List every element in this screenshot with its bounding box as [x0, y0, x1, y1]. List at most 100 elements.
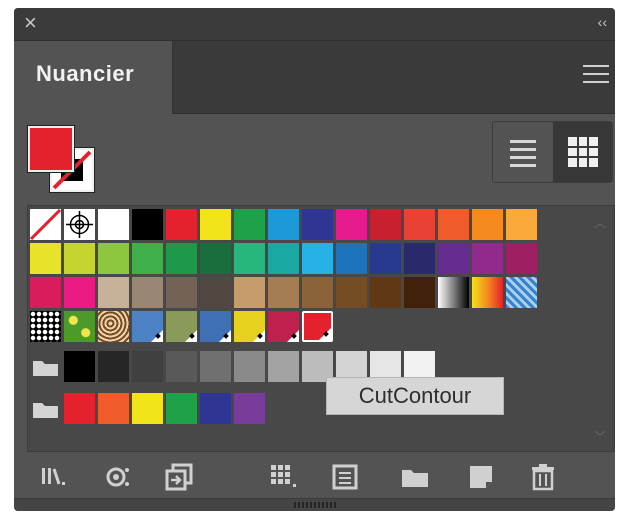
- color-swatch[interactable]: [472, 243, 503, 274]
- none-swatch[interactable]: [29, 208, 62, 241]
- scroll-down-icon[interactable]: ﹀: [594, 428, 606, 445]
- tab-label: Nuancier: [36, 61, 135, 86]
- color-swatch[interactable]: [132, 351, 163, 382]
- scroll-up-icon[interactable]: ︿: [594, 214, 606, 231]
- panel-titlebar: × ‹‹: [14, 8, 615, 41]
- color-swatch[interactable]: [30, 243, 61, 274]
- pattern-swatch[interactable]: [98, 311, 129, 342]
- color-swatch[interactable]: [404, 243, 435, 274]
- color-swatch[interactable]: [166, 311, 197, 342]
- color-swatch[interactable]: [132, 311, 163, 342]
- trash-icon[interactable]: [526, 460, 560, 494]
- color-swatch[interactable]: [30, 277, 61, 308]
- color-swatch[interactable]: [98, 351, 129, 382]
- swatch-grid: ︿ ﹀: [27, 205, 615, 452]
- swatch-libraries-icon[interactable]: [38, 460, 72, 494]
- color-swatch[interactable]: [98, 243, 129, 274]
- gradient-swatch[interactable]: [472, 277, 503, 308]
- color-swatch[interactable]: [132, 277, 163, 308]
- gradient-swatch[interactable]: [438, 277, 469, 308]
- color-group-folder-icon[interactable]: [30, 351, 61, 382]
- pattern-swatch[interactable]: [64, 311, 95, 342]
- view-toggle: [492, 121, 613, 183]
- color-swatch[interactable]: [234, 277, 265, 308]
- color-swatch[interactable]: [64, 277, 95, 308]
- place-swatch-icon[interactable]: [162, 460, 196, 494]
- color-swatch[interactable]: [438, 243, 469, 274]
- color-swatch[interactable]: [200, 351, 231, 382]
- swatch-options-icon[interactable]: [328, 460, 362, 494]
- color-swatch[interactable]: [64, 243, 95, 274]
- color-group-folder-icon[interactable]: [30, 393, 61, 424]
- spot-color-icon: [253, 330, 265, 342]
- color-swatch[interactable]: [336, 277, 367, 308]
- grid-view-icon[interactable]: [553, 122, 612, 182]
- color-swatch[interactable]: [370, 277, 401, 308]
- color-swatch[interactable]: [268, 209, 299, 240]
- spot-color-icon: [287, 330, 299, 342]
- color-swatch[interactable]: [166, 393, 197, 424]
- pattern-swatch[interactable]: [30, 311, 61, 342]
- list-view-icon[interactable]: [493, 122, 552, 182]
- color-swatch[interactable]: [268, 311, 299, 342]
- spot-color-icon: [219, 330, 231, 342]
- color-swatch[interactable]: [166, 351, 197, 382]
- color-swatch[interactable]: [336, 209, 367, 240]
- color-swatch[interactable]: [98, 277, 129, 308]
- tab-bar: Nuancier: [14, 41, 615, 114]
- tab-nuancier[interactable]: Nuancier: [14, 41, 173, 114]
- color-swatch[interactable]: [438, 209, 469, 240]
- color-swatch[interactable]: [302, 311, 333, 342]
- new-swatch-icon[interactable]: [464, 460, 498, 494]
- show-kinds-icon[interactable]: [102, 460, 136, 494]
- hamburger-menu-icon[interactable]: [583, 65, 609, 89]
- color-swatch[interactable]: [404, 209, 435, 240]
- swatches-panel: × ‹‹ Nuancier ︿ ﹀ CutContour: [14, 8, 615, 511]
- color-swatch[interactable]: [506, 209, 537, 240]
- color-swatch[interactable]: [234, 393, 265, 424]
- collapse-icon[interactable]: ‹‹: [598, 14, 607, 30]
- color-swatch[interactable]: [166, 277, 197, 308]
- color-swatch[interactable]: [200, 209, 231, 240]
- color-swatch[interactable]: [200, 277, 231, 308]
- color-swatch[interactable]: [302, 243, 333, 274]
- color-swatch[interactable]: [506, 243, 537, 274]
- color-swatch[interactable]: [370, 209, 401, 240]
- color-swatch[interactable]: [132, 243, 163, 274]
- color-swatch[interactable]: [64, 393, 95, 424]
- color-swatch[interactable]: [234, 243, 265, 274]
- color-swatch[interactable]: [234, 311, 265, 342]
- spot-color-icon: [151, 330, 163, 342]
- color-swatch[interactable]: [166, 209, 197, 240]
- color-swatch[interactable]: [370, 243, 401, 274]
- color-swatch[interactable]: [268, 277, 299, 308]
- fill-stroke-widget: [28, 126, 94, 192]
- color-swatch[interactable]: [98, 209, 129, 240]
- color-swatch[interactable]: [200, 311, 231, 342]
- color-swatch[interactable]: [404, 277, 435, 308]
- color-swatch[interactable]: [268, 351, 299, 382]
- fill-swatch[interactable]: [28, 126, 74, 172]
- tooltip: CutContour: [326, 377, 504, 415]
- color-swatch[interactable]: [166, 243, 197, 274]
- color-swatch[interactable]: [472, 209, 503, 240]
- spot-color-icon: [319, 328, 331, 340]
- color-swatch[interactable]: [132, 209, 163, 240]
- color-swatch[interactable]: [200, 393, 231, 424]
- color-swatch[interactable]: [234, 209, 265, 240]
- color-swatch[interactable]: [200, 243, 231, 274]
- color-swatch[interactable]: [64, 351, 95, 382]
- color-swatch[interactable]: [234, 351, 265, 382]
- color-swatch[interactable]: [132, 393, 163, 424]
- color-swatch[interactable]: [302, 209, 333, 240]
- resize-grip[interactable]: [14, 498, 615, 511]
- color-swatch[interactable]: [336, 243, 367, 274]
- color-swatch[interactable]: [268, 243, 299, 274]
- new-color-group-icon[interactable]: [266, 460, 300, 494]
- folder-icon[interactable]: [398, 460, 432, 494]
- color-swatch[interactable]: [98, 393, 129, 424]
- pattern-swatch[interactable]: [506, 277, 537, 308]
- color-swatch[interactable]: [302, 277, 333, 308]
- registration-swatch[interactable]: [64, 209, 95, 240]
- close-icon[interactable]: ×: [24, 11, 37, 35]
